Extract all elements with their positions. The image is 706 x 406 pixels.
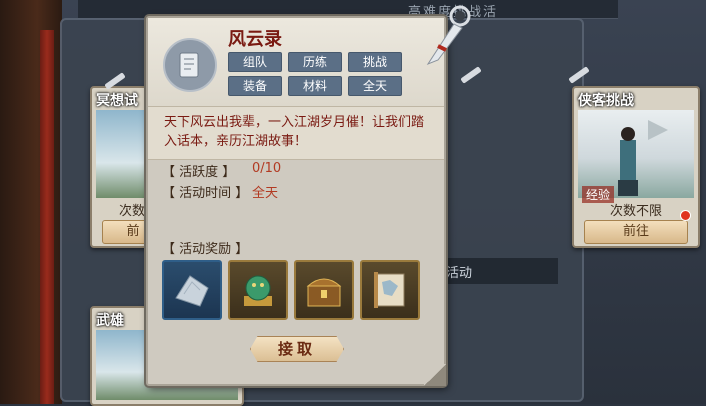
page-curl — [424, 364, 446, 386]
description-box: 天下风云出我辈，一入江湖岁月催！让我们踏入话本，亲历江湖故事！ — [148, 106, 444, 160]
activity-label: 【 活跃度 】 — [162, 165, 236, 180]
notification-dot — [680, 210, 691, 221]
scroll-map-icon[interactable] — [360, 260, 420, 320]
tag-material: 材料 — [288, 76, 342, 96]
card-title: 冥想试 — [96, 93, 138, 109]
knife-close-icon — [426, 5, 471, 66]
reward-list — [162, 260, 420, 320]
jade-dragon-seal-icon[interactable] — [228, 260, 288, 320]
time-label: 【 活动时间 】 — [162, 186, 249, 201]
activity-label: 活动 — [446, 266, 473, 281]
popup-title: 风云录 — [228, 29, 282, 50]
close-button[interactable] — [418, 2, 478, 72]
left-pillar-red — [40, 30, 54, 404]
fabric-material-icon[interactable] — [162, 260, 222, 320]
tag-team: 组队 — [228, 52, 282, 72]
activity-detail-popup: 风云录 组队 历练 挑战 装备 材料 全天 天下风云出我辈，一入江湖岁月催！让我… — [146, 16, 446, 386]
activity-value: 0/10 — [252, 161, 282, 176]
tag-challenge: 挑战 — [348, 52, 402, 72]
claim-button[interactable]: 接取 — [250, 336, 344, 362]
card-go-button[interactable]: 前往 — [584, 220, 688, 244]
reward-label: 【 活动奖励 】 — [162, 242, 249, 257]
popup-header: 风云录 组队 历练 挑战 装备 材料 全天 — [148, 18, 444, 106]
activity-card-hero-challenge[interactable]: 侠客挑战 经验 次数不限 前往 — [572, 86, 700, 248]
description-text: 天下风云出我辈，一入江湖岁月催！让我们踏入话本，亲历江湖故事！ — [164, 115, 425, 149]
tag-list: 组队 历练 挑战 装备 材料 全天 — [228, 52, 402, 96]
card-title: 武雄 — [96, 313, 124, 329]
time-value: 全天 — [252, 186, 279, 201]
treasure-chest-icon[interactable] — [294, 260, 354, 320]
tag-all-day: 全天 — [348, 76, 402, 96]
tag-equipment: 装备 — [228, 76, 282, 96]
tag-training: 历练 — [288, 52, 342, 72]
scroll-icon — [163, 38, 217, 92]
card-image — [578, 110, 694, 198]
card-title: 侠客挑战 — [578, 93, 634, 109]
